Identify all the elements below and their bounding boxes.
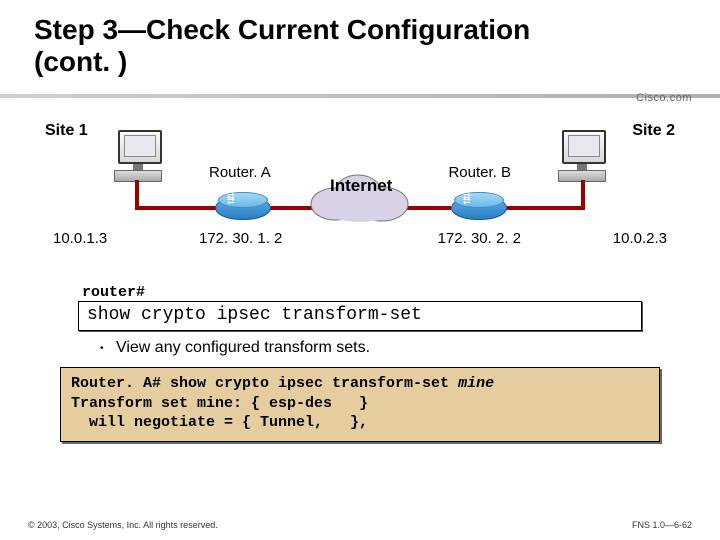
output-line-2: Transform set mine: { esp-des } bbox=[71, 395, 368, 412]
title-divider bbox=[0, 88, 720, 104]
site2-label: Site 2 bbox=[632, 122, 675, 140]
internet-label: Internet bbox=[330, 176, 392, 196]
bullet-line: • View any configured transform sets. bbox=[100, 339, 642, 357]
bullet-dot-icon: • bbox=[100, 343, 104, 354]
command-block: router# show crypto ipsec transform-set bbox=[78, 284, 642, 331]
host1-ip: 10.0.1.3 bbox=[53, 230, 107, 247]
output-line-1a: Router. A# show crypto ipsec transform-s… bbox=[71, 375, 458, 392]
slide-title: Step 3—Check Current Configuration (cont… bbox=[0, 0, 720, 84]
routerB-label: Router. B bbox=[448, 164, 511, 181]
routerB-ip: 172. 30. 2. 2 bbox=[438, 230, 521, 247]
slide-footer: © 2003, Cisco Systems, Inc. All rights r… bbox=[28, 520, 692, 530]
host1-pc-icon bbox=[111, 130, 165, 180]
slide-number: FNS 1.0—6-62 bbox=[632, 520, 692, 530]
bullet-text: View any configured transform sets. bbox=[116, 339, 370, 356]
title-line-1: Step 3—Check Current Configuration bbox=[34, 14, 530, 45]
routerB-icon: ⇄⇄ bbox=[451, 192, 505, 222]
cli-output-box: Router. A# show crypto ipsec transform-s… bbox=[60, 367, 660, 442]
network-diagram: Site 1 Site 2 Router. A Router. B ⇄⇄ bbox=[55, 122, 665, 282]
host2-pc-icon bbox=[555, 130, 609, 180]
routerA-icon: ⇄⇄ bbox=[215, 192, 269, 222]
link-line bbox=[135, 206, 217, 210]
copyright-text: © 2003, Cisco Systems, Inc. All rights r… bbox=[28, 520, 218, 530]
output-arg-mine: mine bbox=[458, 375, 494, 392]
router-prompt: router# bbox=[78, 284, 642, 301]
title-line-2: (cont. ) bbox=[34, 46, 127, 77]
command-text: show crypto ipsec transform-set bbox=[87, 305, 422, 325]
link-line bbox=[503, 206, 585, 210]
output-line-3: will negotiate = { Tunnel, }, bbox=[71, 414, 368, 431]
host2-ip: 10.0.2.3 bbox=[613, 230, 667, 247]
routerA-ip: 172. 30. 1. 2 bbox=[199, 230, 282, 247]
internet-cloud-icon bbox=[300, 166, 420, 226]
brand-label: Cisco.com bbox=[636, 92, 692, 104]
site1-label: Site 1 bbox=[45, 122, 88, 140]
routerA-label: Router. A bbox=[209, 164, 271, 181]
command-box: show crypto ipsec transform-set bbox=[78, 301, 642, 331]
